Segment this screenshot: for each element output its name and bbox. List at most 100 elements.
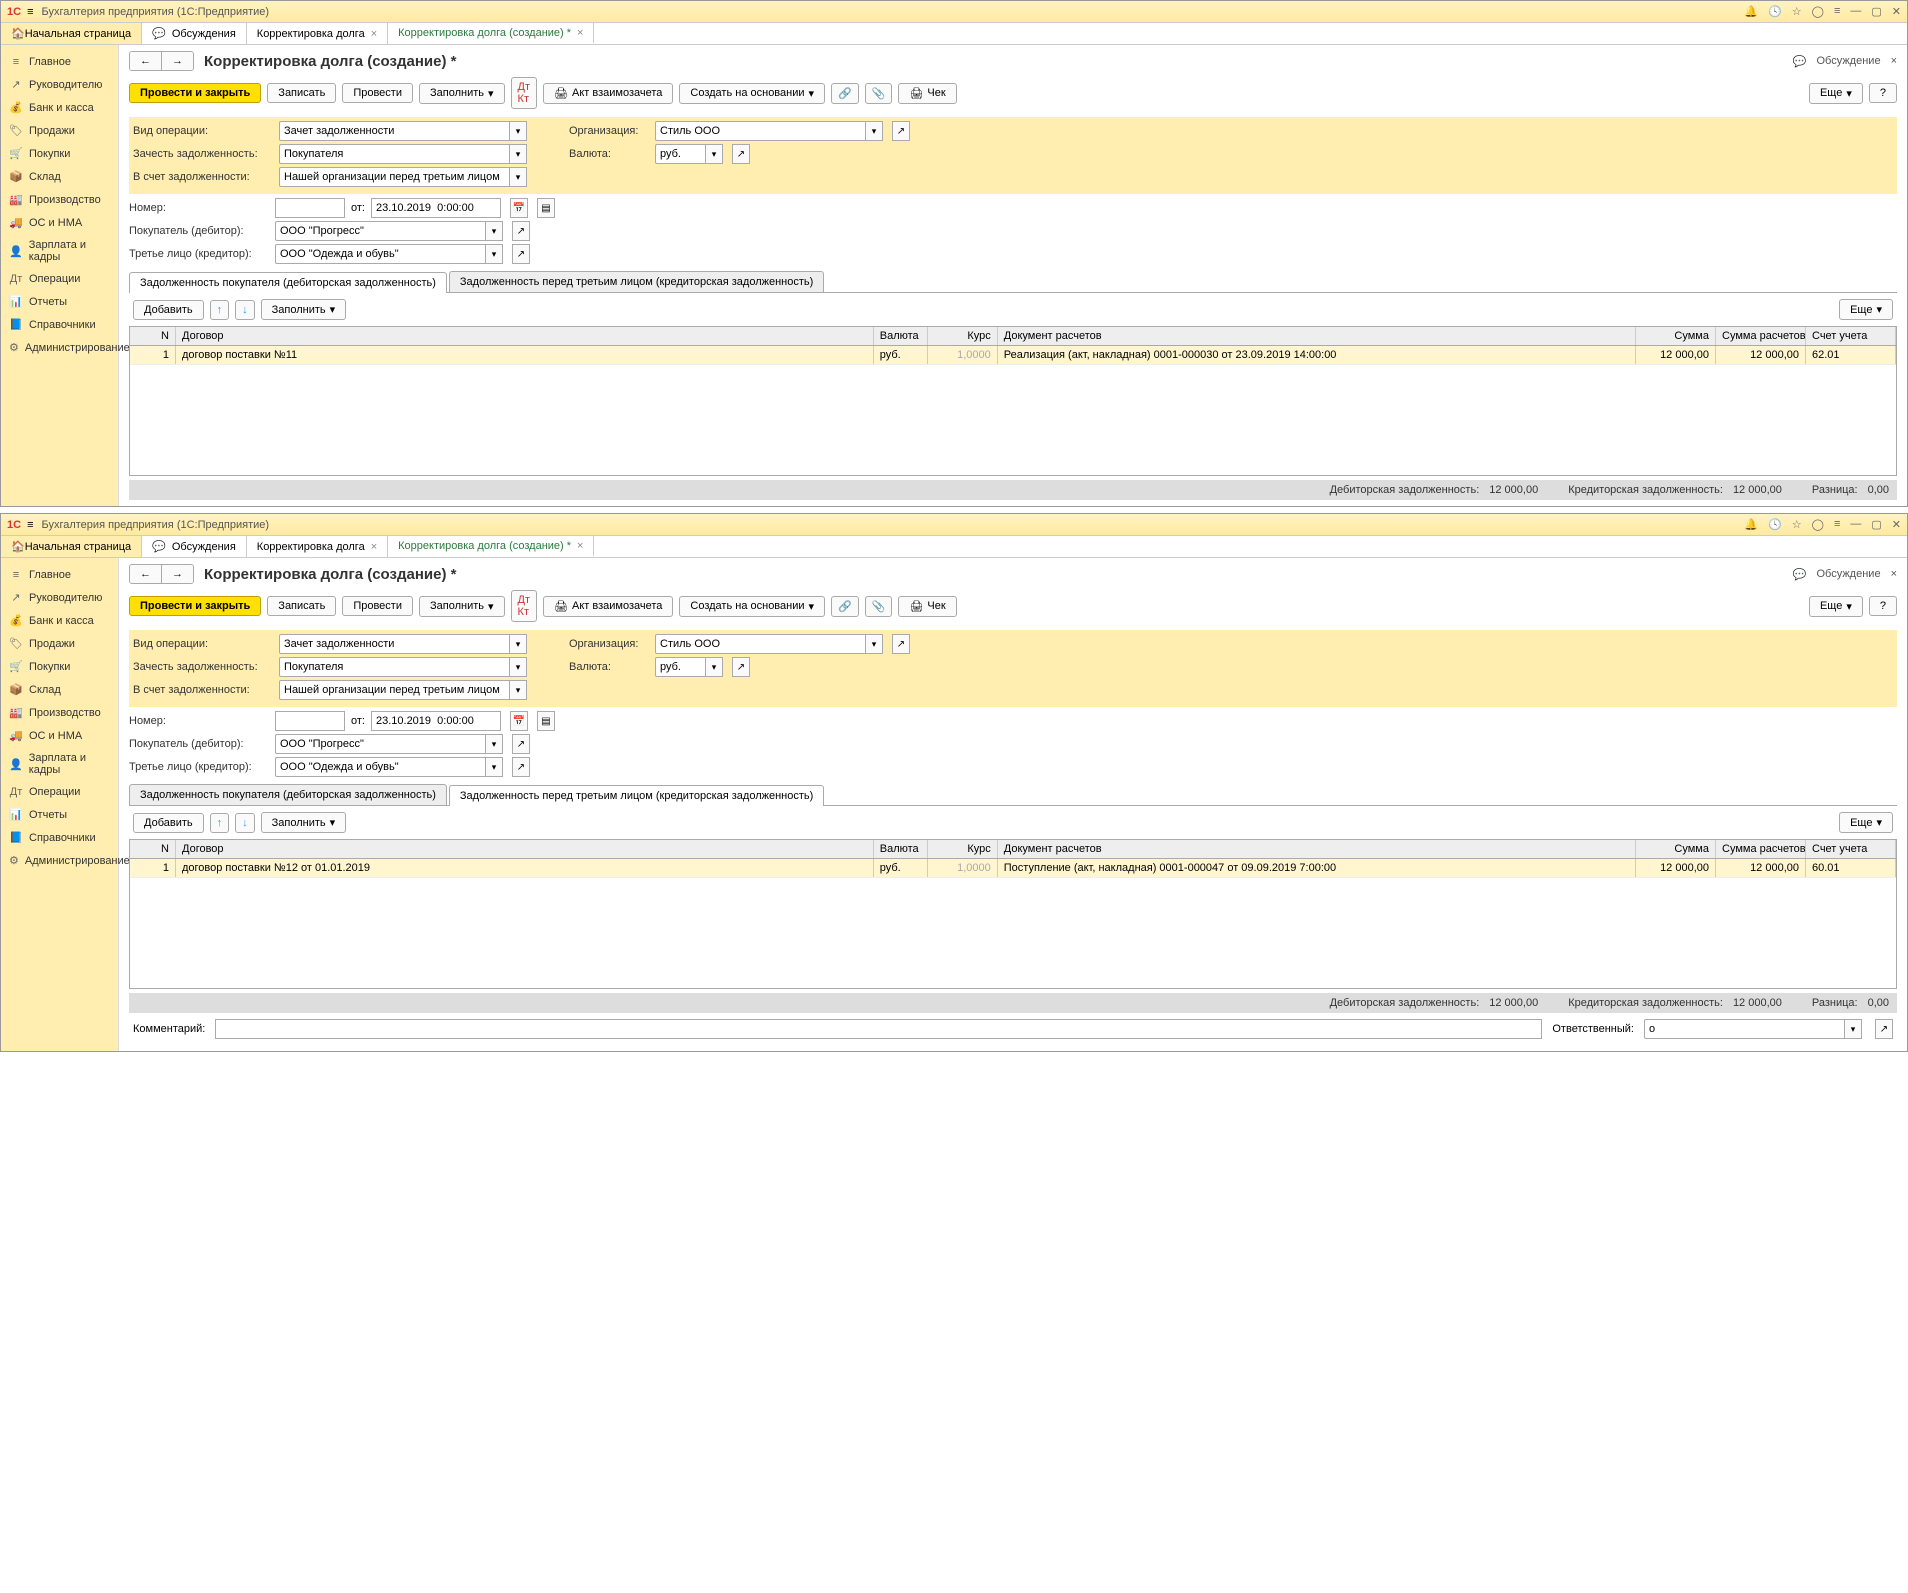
sidebar-item-sales[interactable]: 🏷Продажи bbox=[1, 632, 118, 655]
dropdown-icon[interactable]: ▾ bbox=[509, 167, 527, 187]
tab-home[interactable]: 🏠 Начальная страница bbox=[1, 23, 142, 44]
sidebar-item-operations[interactable]: ДтОперации bbox=[1, 268, 118, 290]
cur-input[interactable] bbox=[655, 144, 705, 164]
maximize-icon[interactable]: ▢ bbox=[1871, 5, 1881, 18]
move-down-icon[interactable]: ↓ bbox=[235, 300, 255, 320]
ring-icon[interactable]: ◯ bbox=[1812, 5, 1824, 18]
close-form-icon[interactable]: × bbox=[1891, 568, 1897, 580]
tab-home[interactable]: 🏠 Начальная страница bbox=[1, 536, 142, 557]
tab-receivable[interactable]: Задолженность покупателя (дебиторская за… bbox=[129, 784, 447, 805]
close-window-icon[interactable]: ✕ bbox=[1892, 518, 1901, 531]
col-contract[interactable]: Договор bbox=[176, 327, 874, 345]
close-icon[interactable]: × bbox=[371, 28, 377, 40]
discuss-icon[interactable]: 💬 bbox=[1793, 55, 1807, 68]
sidebar-item-manager[interactable]: ↗Руководителю bbox=[1, 586, 118, 609]
col-acc[interactable]: Счет учета bbox=[1806, 327, 1896, 345]
org-input[interactable] bbox=[655, 634, 865, 654]
sidebar-item-reports[interactable]: 📊Отчеты bbox=[1, 803, 118, 826]
move-up-icon[interactable]: ↑ bbox=[210, 813, 230, 833]
fill-button[interactable]: Заполнить ▾ bbox=[419, 596, 505, 617]
sidebar-item-manager[interactable]: ↗Руководителю bbox=[1, 73, 118, 96]
offset-act-button[interactable]: 🖨 Акт взаимозачета bbox=[543, 596, 673, 617]
add-button[interactable]: Добавить bbox=[133, 300, 204, 320]
more-button[interactable]: Еще ▾ bbox=[1809, 83, 1863, 104]
sidebar-item-catalogs[interactable]: 📘Справочники bbox=[1, 826, 118, 849]
col-cur[interactable]: Валюта bbox=[874, 327, 928, 345]
maximize-icon[interactable]: ▢ bbox=[1871, 518, 1881, 531]
sidebar-item-bank[interactable]: 💰Банк и касса bbox=[1, 96, 118, 119]
close-icon[interactable]: × bbox=[577, 27, 583, 39]
table-row[interactable]: 1 договор поставки №12 от 01.01.2019 руб… bbox=[130, 859, 1896, 878]
minimize-icon[interactable]: — bbox=[1850, 5, 1861, 18]
struct-button[interactable]: 🔗 bbox=[831, 596, 859, 617]
move-down-icon[interactable]: ↓ bbox=[235, 813, 255, 833]
dropdown-icon[interactable]: ▾ bbox=[509, 680, 527, 700]
clock-icon[interactable]: 🕓 bbox=[1768, 518, 1782, 531]
sidebar-item-production[interactable]: 🏭Производство bbox=[1, 188, 118, 211]
open-icon[interactable]: ↗ bbox=[892, 121, 910, 141]
open-icon[interactable]: ↗ bbox=[512, 244, 530, 264]
offset-act-button[interactable]: 🖨 Акт взаимозачета bbox=[543, 83, 673, 104]
third-input[interactable] bbox=[275, 757, 485, 777]
calendar-icon[interactable]: 📅 bbox=[510, 711, 528, 731]
open-icon[interactable]: ↗ bbox=[1875, 1019, 1893, 1039]
number-input[interactable] bbox=[275, 198, 345, 218]
sidebar-item-warehouse[interactable]: 📦Склад bbox=[1, 165, 118, 188]
tab-receivable[interactable]: Задолженность покупателя (дебиторская за… bbox=[129, 272, 447, 293]
settings-icon[interactable]: ≡ bbox=[1834, 5, 1840, 18]
sidebar-item-salary[interactable]: 👤Зарплата и кадры bbox=[1, 234, 118, 268]
col-rate[interactable]: Курс bbox=[928, 840, 998, 858]
col-n[interactable]: N bbox=[130, 840, 176, 858]
minimize-icon[interactable]: — bbox=[1850, 518, 1861, 531]
attach-button[interactable]: 📎 bbox=[865, 596, 893, 617]
attach-button[interactable]: 📎 bbox=[865, 83, 893, 104]
post-and-close-button[interactable]: Провести и закрыть bbox=[129, 596, 261, 616]
open-icon[interactable]: ↗ bbox=[732, 657, 750, 677]
sidebar-item-purchases[interactable]: 🛒Покупки bbox=[1, 142, 118, 165]
against-input[interactable] bbox=[279, 680, 509, 700]
offset-input[interactable] bbox=[279, 657, 509, 677]
third-input[interactable] bbox=[275, 244, 485, 264]
open-icon[interactable]: ↗ bbox=[892, 634, 910, 654]
org-input[interactable] bbox=[655, 121, 865, 141]
buyer-input[interactable] bbox=[275, 221, 485, 241]
tab-doc-list[interactable]: Корректировка долга × bbox=[247, 536, 388, 557]
dropdown-icon[interactable]: ▾ bbox=[705, 144, 723, 164]
open-icon[interactable]: ↗ bbox=[512, 734, 530, 754]
close-window-icon[interactable]: ✕ bbox=[1892, 5, 1901, 18]
open-icon[interactable]: ↗ bbox=[512, 221, 530, 241]
col-sumr[interactable]: Сумма расчетов bbox=[1716, 327, 1806, 345]
forward-button[interactable]: → bbox=[162, 565, 193, 583]
clock-icon[interactable]: 🕓 bbox=[1768, 5, 1782, 18]
grid-fill-button[interactable]: Заполнить ▾ bbox=[261, 299, 347, 320]
sidebar-item-purchases[interactable]: 🛒Покупки bbox=[1, 655, 118, 678]
sidebar-item-reports[interactable]: 📊Отчеты bbox=[1, 290, 118, 313]
resp-input[interactable] bbox=[1644, 1019, 1844, 1039]
tab-doc-create[interactable]: Корректировка долга (создание) * × bbox=[388, 536, 594, 557]
back-button[interactable]: ← bbox=[130, 52, 162, 70]
close-icon[interactable]: × bbox=[371, 541, 377, 553]
grid-more-button[interactable]: Еще ▾ bbox=[1839, 299, 1893, 320]
sidebar-item-main[interactable]: ≡Главное bbox=[1, 564, 118, 586]
main-menu-icon[interactable]: ≡ bbox=[27, 6, 33, 18]
dropdown-icon[interactable]: ▾ bbox=[705, 657, 723, 677]
tab-discussions[interactable]: 💬 Обсуждения bbox=[142, 536, 247, 557]
sidebar-item-assets[interactable]: 🚚ОС и НМА bbox=[1, 211, 118, 234]
settings-icon[interactable]: ≡ bbox=[1834, 518, 1840, 531]
col-sum[interactable]: Сумма bbox=[1636, 840, 1716, 858]
tab-payable[interactable]: Задолженность перед третьим лицом (креди… bbox=[449, 785, 824, 806]
sidebar-item-warehouse[interactable]: 📦Склад bbox=[1, 678, 118, 701]
star-icon[interactable]: ☆ bbox=[1792, 518, 1802, 531]
dropdown-icon[interactable]: ▾ bbox=[509, 657, 527, 677]
move-up-icon[interactable]: ↑ bbox=[210, 300, 230, 320]
sidebar-item-admin[interactable]: ⚙Администрирование bbox=[1, 336, 118, 359]
calendar-icon[interactable]: 📅 bbox=[510, 198, 528, 218]
date-input[interactable] bbox=[371, 711, 501, 731]
cur-input[interactable] bbox=[655, 657, 705, 677]
ring-icon[interactable]: ◯ bbox=[1812, 518, 1824, 531]
col-n[interactable]: N bbox=[130, 327, 176, 345]
bell-icon[interactable]: 🔔 bbox=[1744, 5, 1758, 18]
grid-fill-button[interactable]: Заполнить ▾ bbox=[261, 812, 347, 833]
tab-payable[interactable]: Задолженность перед третьим лицом (креди… bbox=[449, 271, 824, 292]
star-icon[interactable]: ☆ bbox=[1792, 5, 1802, 18]
